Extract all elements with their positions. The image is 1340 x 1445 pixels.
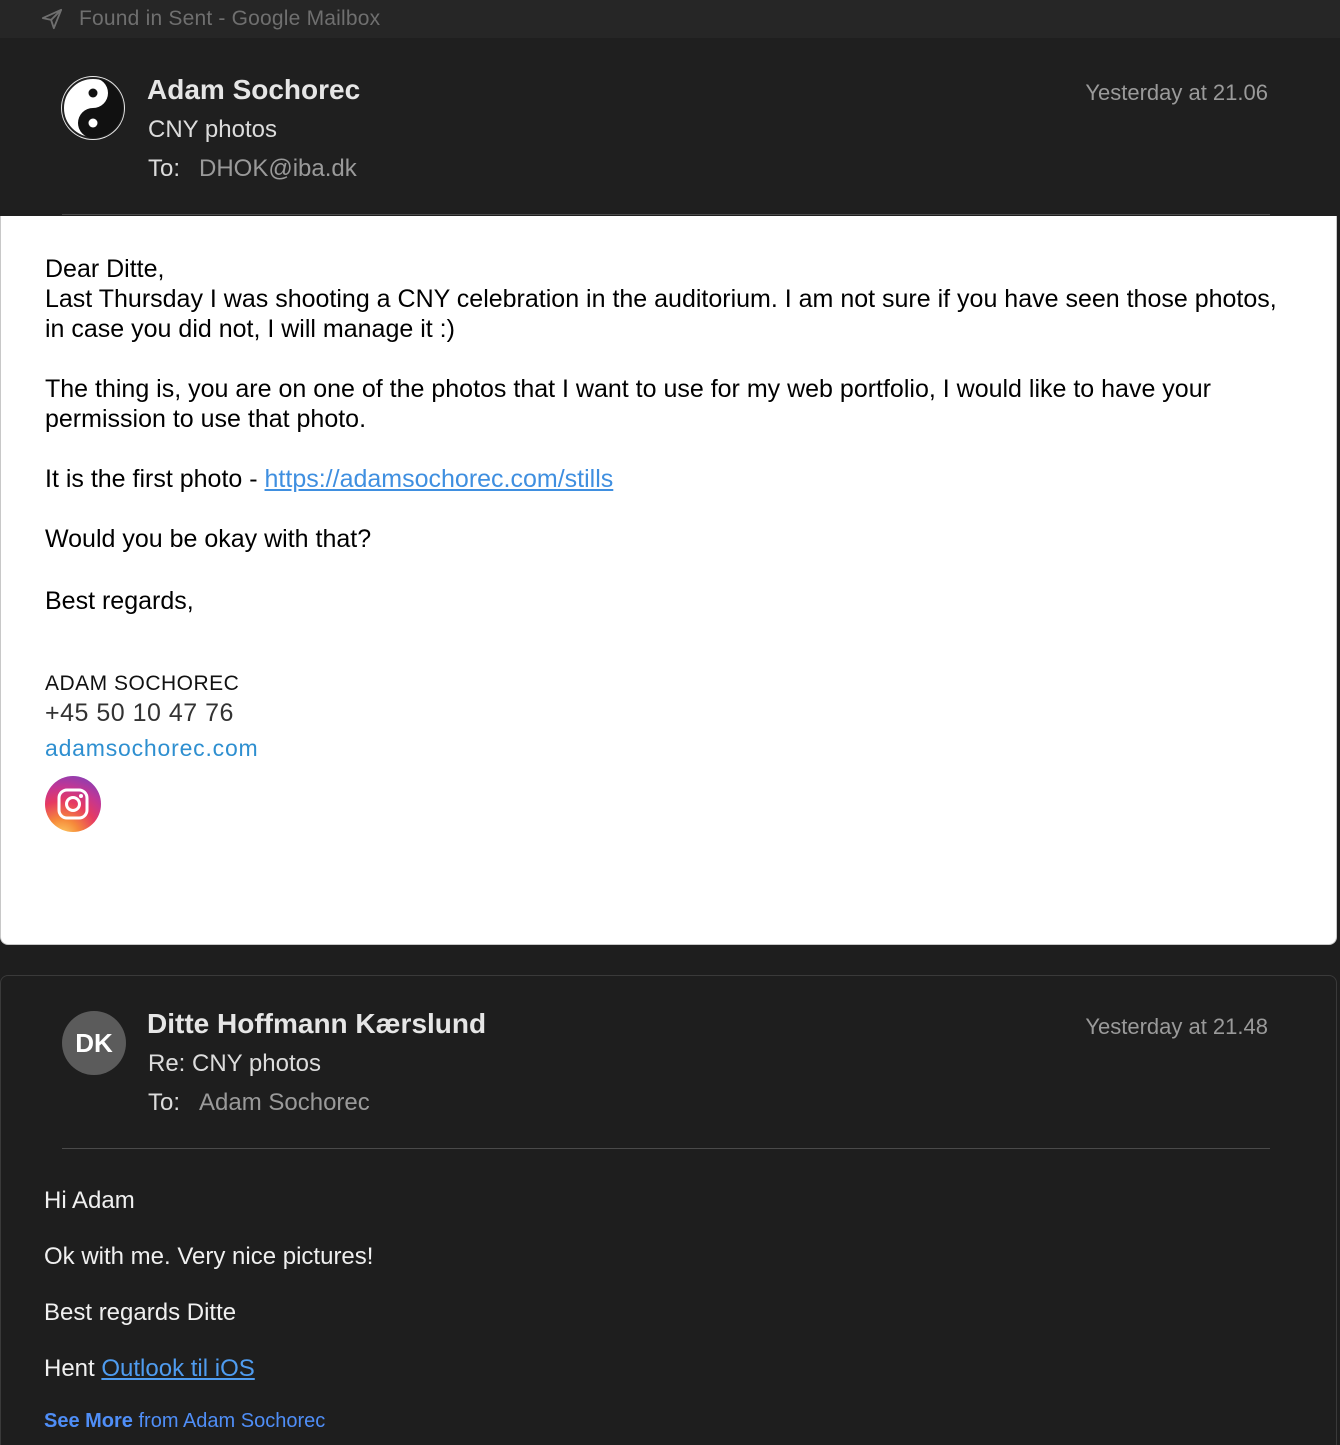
window-titlebar: Found in Sent - Google Mailbox bbox=[0, 0, 1340, 38]
paragraph: Would you be okay with that? bbox=[45, 525, 372, 553]
outlook-ios-link[interactable]: Outlook til iOS bbox=[101, 1355, 254, 1382]
to-label: To: bbox=[148, 155, 181, 182]
closing: Best regards, bbox=[45, 587, 194, 615]
greeting: Dear Ditte, bbox=[45, 255, 165, 283]
recipient-address[interactable]: DHOK@iba.dk bbox=[199, 155, 357, 183]
see-more-source: from Adam Sochorec bbox=[132, 1410, 326, 1432]
paragraph: The thing is, you are on one of the phot… bbox=[45, 375, 1211, 433]
email-body-text: Dear Ditte, Last Thursday I was shooting… bbox=[45, 254, 1295, 434]
signature-phone[interactable]: +45 50 10 47 76 bbox=[45, 699, 234, 728]
timestamp: Yesterday at 21.06 bbox=[1085, 80, 1268, 105]
instagram-icon[interactable] bbox=[45, 776, 101, 832]
reply-line: Best regards Ditte bbox=[44, 1299, 237, 1326]
header-divider bbox=[62, 214, 1270, 215]
message-body: Dear Ditte, Last Thursday I was shooting… bbox=[0, 216, 1337, 945]
portfolio-link[interactable]: https://adamsochorec.com/stills bbox=[265, 465, 614, 493]
recipient-name[interactable]: Adam Sochorec bbox=[199, 1089, 370, 1117]
paragraph: Last Thursday I was shooting a CNY celeb… bbox=[45, 285, 1277, 343]
sender-name: Ditte Hoffmann Kærslund bbox=[147, 1008, 487, 1039]
header-divider bbox=[62, 1148, 1270, 1149]
signature-website-link[interactable]: adamsochorec.com bbox=[45, 735, 259, 762]
email-subject: Re: CNY photos bbox=[148, 1050, 321, 1077]
see-more-link[interactable]: See More from Adam Sochorec bbox=[44, 1410, 325, 1433]
reply-line: Hi Adam bbox=[44, 1187, 135, 1214]
signature-name: ADAM SOCHOREC bbox=[45, 672, 240, 695]
paragraph: It is the first photo - bbox=[45, 465, 265, 493]
window-title: Found in Sent - Google Mailbox bbox=[79, 7, 381, 30]
reply-line: Hent bbox=[44, 1355, 102, 1382]
see-more-label: See More bbox=[44, 1410, 133, 1432]
yin-yang-icon bbox=[61, 76, 125, 140]
timestamp: Yesterday at 21.48 bbox=[1085, 1014, 1268, 1039]
paper-plane-icon bbox=[41, 7, 65, 31]
avatar: DK bbox=[62, 1011, 126, 1075]
sender-name: Adam Sochorec bbox=[147, 74, 361, 105]
email-subject: CNY photos bbox=[148, 116, 277, 143]
outlook-line: Hent Outlook til iOS bbox=[44, 1355, 255, 1383]
photo-link-line: It is the first photo - https://adamsoch… bbox=[45, 464, 613, 494]
reply-line: Ok with me. Very nice pictures! bbox=[44, 1243, 374, 1270]
to-label: To: bbox=[148, 1089, 181, 1116]
